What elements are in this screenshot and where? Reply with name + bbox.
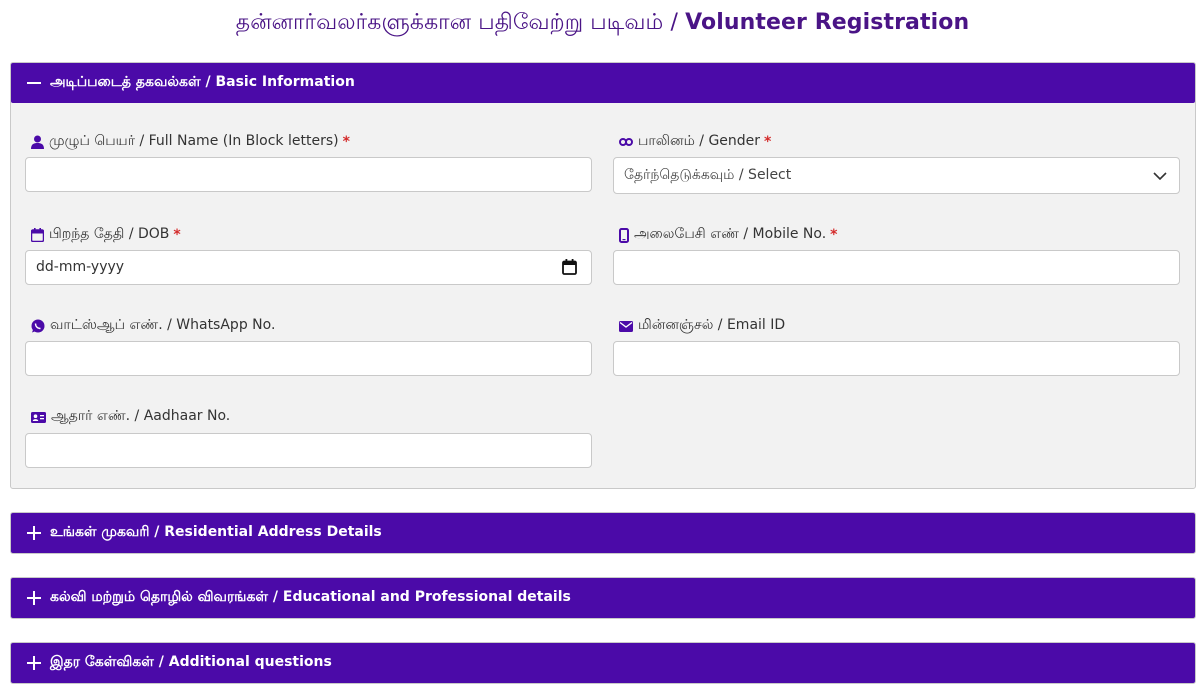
gender-icon	[619, 138, 633, 146]
envelope-icon	[619, 320, 633, 332]
required-mark: *	[342, 134, 350, 150]
page-title-tamil: தன்னார்வலர்களுக்கான பதிவேற்று படிவம்	[235, 10, 664, 35]
whatsapp-input[interactable]	[25, 341, 592, 376]
full-name-label-text: முழுப் பெயர் / Full Name (In Block lette…	[49, 133, 339, 149]
whatsapp-icon	[31, 319, 45, 333]
gender-select[interactable]: தேர்ந்தெடுக்கவும் / Select	[613, 157, 1180, 194]
additional-section: இதர கேள்விகள் / Additional questions	[10, 642, 1196, 684]
required-mark: *	[830, 227, 838, 243]
email-input[interactable]	[613, 341, 1180, 376]
required-mark: *	[173, 227, 181, 243]
plus-icon	[27, 656, 41, 670]
dob-value: dd-mm-yyyy	[36, 259, 125, 275]
aadhaar-label: ஆதார் எண். / Aadhaar No.	[31, 408, 230, 426]
gender-selected-value: தேர்ந்தெடுக்கவும் / Select	[624, 167, 792, 183]
required-mark: *	[764, 134, 772, 150]
basic-info-header[interactable]: அடிப்படைத் தகவல்கள் / Basic Information	[11, 63, 1195, 103]
additional-header[interactable]: இதர கேள்விகள் / Additional questions	[11, 643, 1195, 683]
gender-label: பாலினம் / Gender *	[619, 133, 771, 151]
email-label: மின்னஞ்சல் / Email ID	[619, 317, 785, 335]
full-name-label: முழுப் பெயர் / Full Name (In Block lette…	[31, 133, 350, 151]
plus-icon	[27, 526, 41, 540]
calendar-icon	[31, 228, 44, 242]
id-card-icon	[31, 411, 46, 423]
basic-info-title: அடிப்படைத் தகவல்கள் / Basic Information	[50, 74, 355, 90]
chevron-down-icon	[1153, 172, 1167, 180]
basic-info-section: அடிப்படைத் தகவல்கள் / Basic Information …	[10, 62, 1196, 489]
aadhaar-label-text: ஆதார் எண். / Aadhaar No.	[51, 408, 231, 424]
full-name-input[interactable]	[25, 157, 592, 192]
whatsapp-label: வாட்ஸ்ஆப் எண். / WhatsApp No.	[31, 317, 275, 335]
whatsapp-label-text: வாட்ஸ்ஆப் எண். / WhatsApp No.	[50, 317, 276, 333]
mobile-input[interactable]	[613, 250, 1180, 285]
address-section: உங்கள் முகவரி / Residential Address Deta…	[10, 512, 1196, 554]
dob-label: பிறந்த தேதி / DOB *	[31, 226, 181, 244]
plus-icon	[27, 591, 41, 605]
email-label-text: மின்னஞ்சல் / Email ID	[638, 317, 786, 333]
address-header[interactable]: உங்கள் முகவரி / Residential Address Deta…	[11, 513, 1195, 553]
calendar-picker-icon[interactable]	[562, 259, 577, 275]
minus-icon	[27, 76, 41, 90]
education-title: கல்வி மற்றும் தொழில் விவரங்கள் / Educati…	[50, 589, 571, 605]
user-icon	[31, 135, 44, 149]
aadhaar-input[interactable]	[25, 433, 592, 468]
mobile-icon	[619, 227, 629, 243]
mobile-label: அலைபேசி எண் / Mobile No. *	[619, 226, 838, 244]
additional-title: இதர கேள்விகள் / Additional questions	[50, 654, 332, 670]
address-title: உங்கள் முகவரி / Residential Address Deta…	[50, 524, 382, 540]
dob-label-text: பிறந்த தேதி / DOB	[49, 226, 170, 242]
page-title-separator: /	[663, 10, 686, 35]
page-title: தன்னார்வலர்களுக்கான பதிவேற்று படிவம் / V…	[0, 10, 1200, 38]
page-title-english: Volunteer Registration	[685, 10, 970, 35]
mobile-label-text: அலைபேசி எண் / Mobile No.	[634, 226, 827, 242]
education-header[interactable]: கல்வி மற்றும் தொழில் விவரங்கள் / Educati…	[11, 578, 1195, 618]
gender-label-text: பாலினம் / Gender	[638, 133, 761, 149]
dob-input[interactable]: dd-mm-yyyy	[25, 250, 592, 285]
education-section: கல்வி மற்றும் தொழில் விவரங்கள் / Educati…	[10, 577, 1196, 619]
